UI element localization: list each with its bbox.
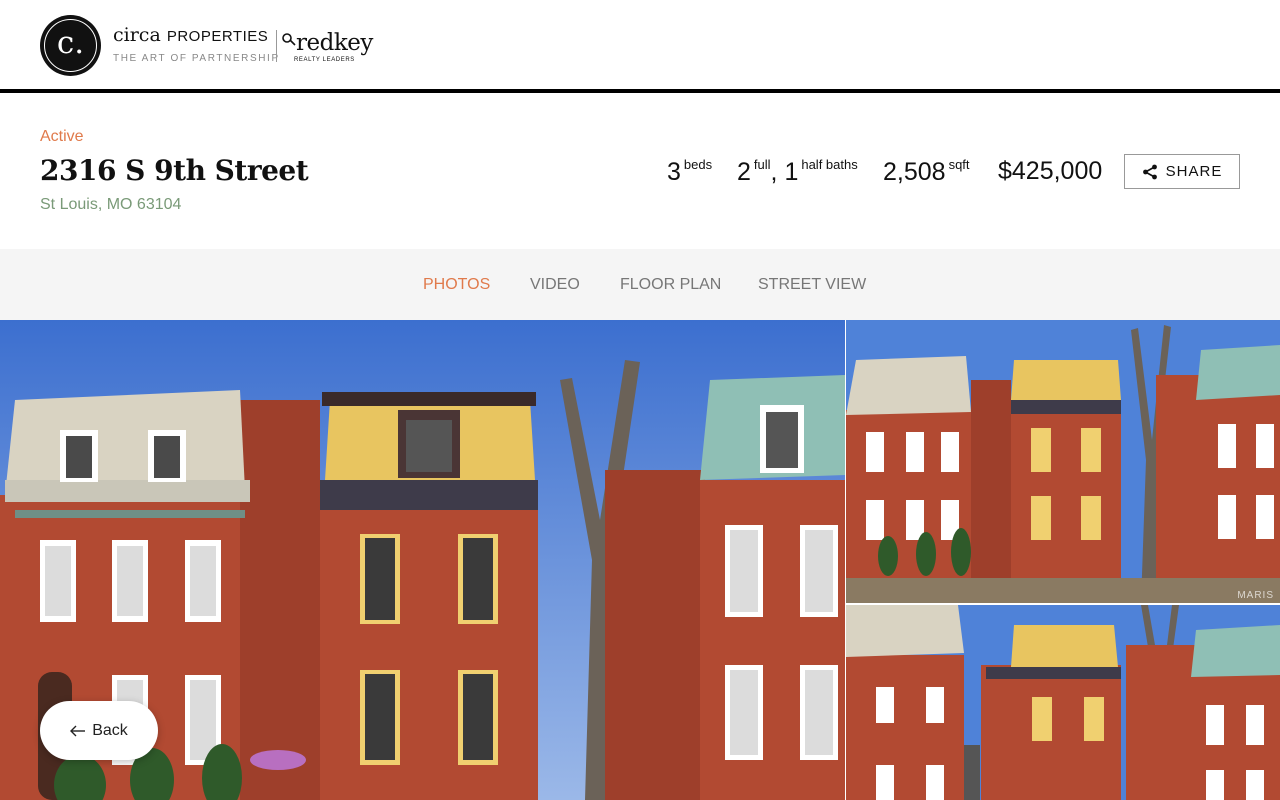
share-button[interactable]: SHARE: [1124, 154, 1240, 189]
baths-separator: ,: [770, 158, 785, 186]
baths-half-value: 1: [784, 158, 799, 186]
listing-status: Active: [40, 128, 84, 145]
tab-photos[interactable]: PHOTOS: [423, 276, 490, 294]
brand-name-sub: PROPERTIES: [166, 28, 269, 45]
photo-watermark: MARIS: [1237, 590, 1274, 601]
brand-tagline: THE ART OF PARTNERSHIP: [113, 53, 280, 64]
logo-letter: c.: [56, 25, 85, 61]
brand-name-main: circa: [113, 24, 161, 46]
circa-logo[interactable]: c.: [40, 15, 101, 76]
share-label: SHARE: [1165, 163, 1223, 180]
beds-value: 3: [667, 158, 681, 186]
photo-thumbnail-1-image: [846, 320, 1280, 603]
listing-city: St Louis, MO 63104: [40, 196, 182, 213]
redkey-logo[interactable]: redkey REALTY LEADERS: [282, 30, 382, 66]
tab-video[interactable]: VIDEO: [530, 276, 580, 294]
beds-unit: beds: [683, 157, 713, 172]
beds-fact: 3 beds: [667, 157, 712, 187]
sqft-unit: sqft: [948, 157, 970, 172]
share-icon: [1142, 164, 1157, 179]
back-label: Back: [92, 721, 128, 739]
baths-full-value: 2: [737, 158, 751, 186]
baths-full-unit: full: [753, 157, 771, 172]
partner-tagline: REALTY LEADERS: [294, 57, 355, 63]
key-icon: [282, 33, 296, 46]
site-header: c. circa PROPERTIES THE ART OF PARTNERSH…: [0, 0, 1280, 90]
header-divider: [0, 89, 1280, 93]
sqft-fact: 2,508 sqft: [883, 157, 970, 187]
tab-street-view[interactable]: STREET VIEW: [758, 276, 866, 294]
brand-name[interactable]: circa PROPERTIES: [113, 24, 268, 46]
back-button[interactable]: Back: [40, 701, 158, 760]
partner-name: redkey: [296, 30, 373, 56]
tab-floor-plan[interactable]: FLOOR PLAN: [620, 276, 721, 294]
arrow-left-icon: [70, 725, 86, 736]
photo-thumbnail-1[interactable]: MARIS: [846, 320, 1280, 603]
listing-price: $425,000: [998, 157, 1103, 185]
photo-thumbnail-2-image: [846, 605, 1280, 800]
baths-fact: 2 full, 1 half baths: [737, 157, 858, 187]
brand-divider: [276, 30, 277, 62]
sqft-value: 2,508: [883, 158, 946, 186]
photo-thumbnail-2[interactable]: [846, 605, 1280, 800]
listing-address: 2316 S 9th Street: [40, 154, 309, 187]
baths-half-unit: half baths: [801, 157, 858, 172]
